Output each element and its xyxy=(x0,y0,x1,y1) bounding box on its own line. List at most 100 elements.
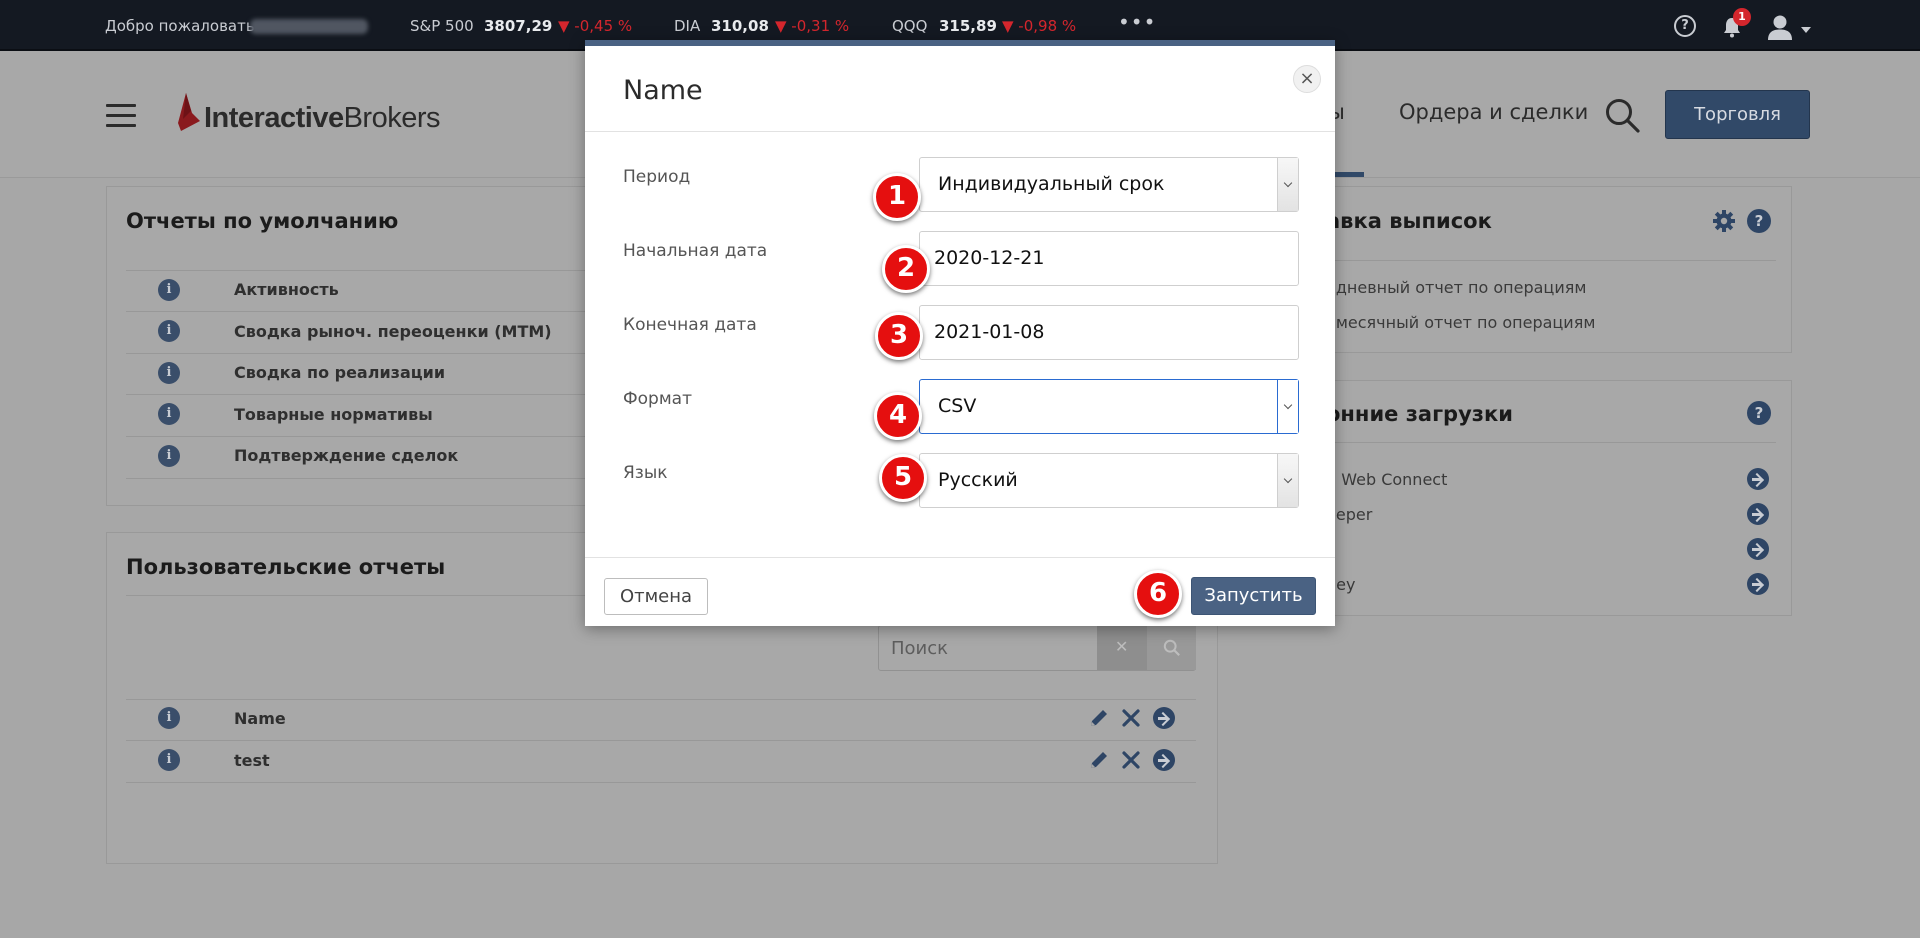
format-select[interactable]: CSV xyxy=(919,379,1299,434)
logo-mark-icon xyxy=(178,93,200,131)
info-icon[interactable]: i xyxy=(158,362,180,384)
clear-search-button[interactable]: ✕ xyxy=(1097,626,1147,670)
search-placeholder: Поиск xyxy=(891,638,949,659)
chevron-down-icon[interactable] xyxy=(1801,27,1811,33)
help-icon[interactable]: ? xyxy=(1674,15,1696,37)
pencil-icon[interactable] xyxy=(1088,749,1110,771)
user-icon[interactable] xyxy=(1766,14,1794,40)
arrow-right-icon[interactable] xyxy=(1747,538,1769,560)
close-icon[interactable] xyxy=(1120,707,1142,729)
divider xyxy=(1326,442,1776,443)
download-item[interactable]: n Web Connect xyxy=(1326,470,1447,489)
divider xyxy=(126,353,596,354)
chevron-down-icon[interactable] xyxy=(1277,454,1298,507)
format-label: Формат xyxy=(623,389,692,409)
divider xyxy=(585,131,1335,132)
more-tickers-button[interactable]: ••• xyxy=(1118,10,1156,34)
username-blurred xyxy=(250,19,368,34)
divider xyxy=(126,699,1196,700)
divider xyxy=(126,782,1196,783)
pencil-icon[interactable] xyxy=(1088,707,1110,729)
period-select[interactable]: Индивидуальный срок xyxy=(919,157,1299,212)
menu-icon[interactable] xyxy=(106,104,136,128)
step-marker: 1 xyxy=(873,173,921,221)
arrow-right-icon[interactable] xyxy=(1153,749,1175,771)
start-date-value: 2020-12-21 xyxy=(934,247,1045,269)
ticker-price: 315,89 xyxy=(939,17,997,35)
statement-item[interactable]: емесячный отчет по операциям xyxy=(1326,313,1595,332)
start-date-input[interactable]: 2020-12-21 xyxy=(919,231,1299,286)
search-button[interactable] xyxy=(1147,626,1196,670)
report-item[interactable]: Активность xyxy=(234,280,339,299)
notification-badge: 1 xyxy=(1733,8,1751,26)
step-marker: 4 xyxy=(874,392,922,440)
ticker-change: ▼ -0,98 % xyxy=(1002,17,1077,35)
search-icon[interactable] xyxy=(1604,97,1640,133)
statement-item[interactable]: едневный отчет по операциям xyxy=(1326,278,1586,297)
divider xyxy=(126,478,596,479)
search-icon xyxy=(1163,639,1180,656)
ticker-price: 3807,29 xyxy=(484,17,553,35)
run-button[interactable]: Запустить xyxy=(1191,577,1316,615)
report-item[interactable]: Сводка по реализации xyxy=(234,363,445,382)
info-icon[interactable]: i xyxy=(158,279,180,301)
step-marker: 6 xyxy=(1134,570,1182,618)
end-date-label: Конечная дата xyxy=(623,315,757,335)
panel-title: Пользовательские отчеты xyxy=(126,555,446,579)
ticker-symbol[interactable]: QQQ xyxy=(892,17,927,35)
report-item[interactable]: Сводка рыноч. переоценки (МТМ) xyxy=(234,322,552,341)
chevron-down-icon[interactable] xyxy=(1277,380,1298,433)
info-icon[interactable]: i xyxy=(158,320,180,342)
ticker-symbol[interactable]: S&P 500 xyxy=(410,17,474,35)
language-value: Русский xyxy=(938,469,1018,491)
panel-title: Отчеты по умолчанию xyxy=(126,209,399,233)
divider xyxy=(1326,260,1776,261)
divider xyxy=(585,557,1335,558)
end-date-input[interactable]: 2021-01-08 xyxy=(919,305,1299,360)
cancel-button[interactable]: Отмена xyxy=(604,578,708,615)
info-icon[interactable]: i xyxy=(158,749,180,771)
start-date-label: Начальная дата xyxy=(623,241,768,261)
welcome-text: Добро пожаловать xyxy=(105,17,255,35)
close-icon: ✕ xyxy=(1115,637,1129,656)
end-date-value: 2021-01-08 xyxy=(934,321,1045,343)
info-icon[interactable]: i xyxy=(158,707,180,729)
divider xyxy=(126,394,596,395)
arrow-right-icon[interactable] xyxy=(1747,573,1769,595)
close-button[interactable]: × xyxy=(1293,65,1321,93)
custom-report-name[interactable]: test xyxy=(234,751,270,770)
period-label: Период xyxy=(623,167,691,187)
arrow-right-icon[interactable] xyxy=(1747,503,1769,525)
search-input[interactable]: Поиск ✕ xyxy=(878,625,1196,671)
close-icon[interactable] xyxy=(1120,749,1142,771)
ticker-change: ▼ -0,45 % xyxy=(558,17,633,35)
info-icon[interactable]: i xyxy=(158,445,180,467)
ticker-price: 310,08 xyxy=(711,17,769,35)
step-marker: 3 xyxy=(875,312,923,360)
divider xyxy=(126,270,596,271)
report-item[interactable]: Подтверждение сделок xyxy=(234,446,458,465)
report-item[interactable]: Товарные нормативы xyxy=(234,405,433,424)
format-value: CSV xyxy=(938,395,977,417)
step-marker: 2 xyxy=(882,245,930,293)
nav-item-orders-trades[interactable]: Ордера и сделки xyxy=(1399,100,1588,124)
language-label: Язык xyxy=(623,463,668,483)
gear-icon[interactable] xyxy=(1712,209,1736,233)
help-icon[interactable]: ? xyxy=(1747,209,1771,233)
ticker-change: ▼ -0,31 % xyxy=(775,17,850,35)
language-select[interactable]: Русский xyxy=(919,453,1299,508)
divider xyxy=(126,740,1196,741)
arrow-right-icon[interactable] xyxy=(1153,707,1175,729)
custom-report-name[interactable]: Name xyxy=(234,709,286,728)
logo[interactable]: InteractiveBrokers xyxy=(204,102,441,135)
ticker-symbol[interactable]: DIA xyxy=(674,17,700,35)
chevron-down-icon[interactable] xyxy=(1277,158,1298,211)
divider xyxy=(126,311,596,312)
dialog-title: Name xyxy=(623,75,703,106)
panel-title: онние загрузки xyxy=(1326,402,1513,426)
arrow-right-icon[interactable] xyxy=(1747,468,1769,490)
info-icon[interactable]: i xyxy=(158,403,180,425)
trade-button[interactable]: Торговля xyxy=(1665,90,1810,139)
help-icon[interactable]: ? xyxy=(1747,401,1771,425)
step-marker: 5 xyxy=(879,454,927,502)
